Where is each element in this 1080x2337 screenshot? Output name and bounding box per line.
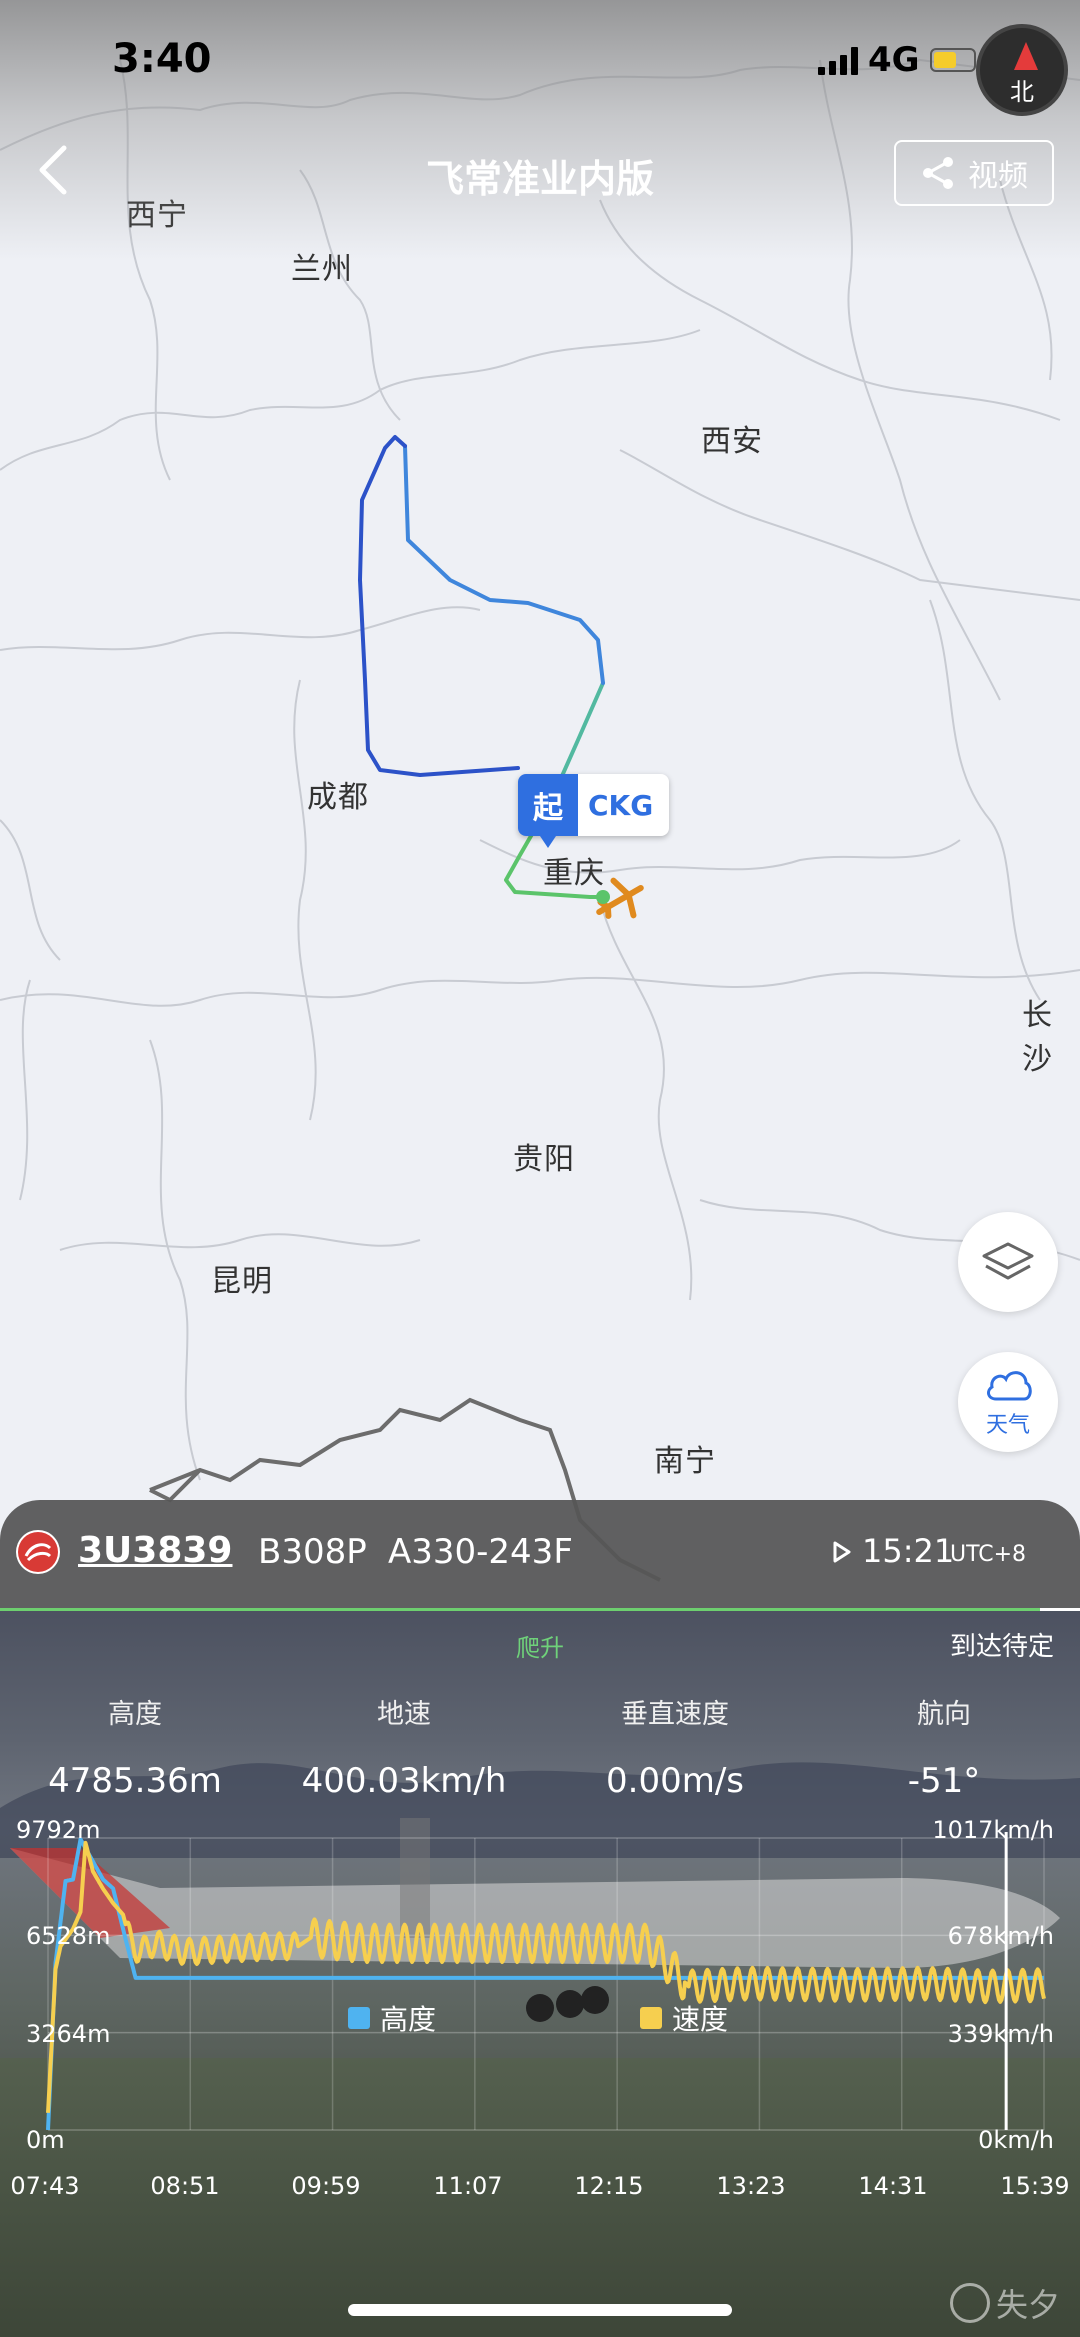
city-label-chengdu: 成都 xyxy=(307,780,369,815)
y-left-tick-0: 9792m xyxy=(16,1816,101,1844)
legend-swatch xyxy=(348,2007,370,2029)
legend-label: 速度 xyxy=(672,2003,729,2036)
flight-data-panel: 爬升 到达待定 高度 4785.36m 地速 400.03km/h 垂直速度 0… xyxy=(0,1608,1080,2337)
legend-swatch xyxy=(640,2007,662,2029)
legend-label: 高度 xyxy=(380,2003,437,2036)
altitude-speed-chart[interactable] xyxy=(0,1608,1080,2337)
city-label-guiyang: 贵阳 xyxy=(513,1142,575,1177)
layers-button[interactable] xyxy=(958,1212,1058,1312)
airline-logo xyxy=(16,1530,60,1574)
x-tick-3: 11:07 xyxy=(433,2172,503,2200)
x-tick-2: 09:59 xyxy=(291,2172,361,2200)
home-indicator[interactable] xyxy=(348,2304,732,2316)
status-time: 3:40 xyxy=(112,36,212,82)
compass-label: 北 xyxy=(1010,78,1034,106)
signal-icon xyxy=(818,45,858,75)
origin-tag: 起 xyxy=(518,774,578,848)
y-left-tick-3: 0m xyxy=(26,2126,65,2154)
legend-speed: 速度 xyxy=(640,1998,728,2038)
city-label-changsha: 长沙 xyxy=(1022,998,1053,1077)
compass-needle-icon xyxy=(1014,42,1038,70)
y-left-tick-2: 3264m xyxy=(26,2020,111,2048)
aircraft-type: A330-243F xyxy=(388,1532,573,1572)
weather-button[interactable]: 天气 xyxy=(958,1352,1058,1452)
x-tick-4: 12:15 xyxy=(574,2172,644,2200)
city-label-chongqing: 重庆 xyxy=(543,856,605,891)
watermark-text: 失夕 xyxy=(996,2286,1061,2324)
status-indicators: 4G xyxy=(818,40,976,80)
y-right-tick-3: 0km/h xyxy=(978,2126,1054,2154)
legend-altitude: 高度 xyxy=(348,1998,436,2038)
y-right-tick-0: 1017km/h xyxy=(932,1816,1054,1844)
city-label-xian: 西安 xyxy=(701,424,763,459)
chart-grid xyxy=(47,1837,1045,2131)
play-icon xyxy=(833,1541,851,1563)
altitude-series-line xyxy=(46,1837,1045,2131)
x-tick-1: 08:51 xyxy=(150,2172,220,2200)
x-tick-7: 15:39 xyxy=(1000,2172,1070,2200)
timezone: UTC+8 xyxy=(950,1542,1027,1567)
weather-label: 天气 xyxy=(985,1413,1030,1438)
share-video-button[interactable]: 视频 xyxy=(894,140,1054,206)
layers-icon xyxy=(982,1242,1034,1280)
network-type: 4G xyxy=(868,40,920,80)
city-label-kunming: 昆明 xyxy=(211,1264,273,1299)
share-icon xyxy=(923,157,953,189)
watermark-logo-icon xyxy=(950,2283,990,2323)
y-right-tick-2: 339km/h xyxy=(947,2020,1054,2048)
aircraft-registration: B308P xyxy=(258,1532,367,1572)
origin-airport-marker[interactable]: 起 CKG xyxy=(518,774,670,848)
compass-button[interactable]: 北 xyxy=(976,24,1068,116)
flight-info-bar[interactable]: 3U3839 B308P A330-243F 15:21 UTC+8 xyxy=(0,1500,1080,1608)
y-left-tick-1: 6528m xyxy=(26,1922,111,1950)
departure-time: 15:21 xyxy=(862,1532,955,1570)
cloud-icon xyxy=(987,1371,1032,1401)
city-label-nanning: 南宁 xyxy=(654,1444,716,1479)
x-tick-6: 14:31 xyxy=(858,2172,928,2200)
y-right-tick-1: 678km/h xyxy=(947,1922,1054,1950)
share-video-label: 视频 xyxy=(968,159,1028,194)
battery-icon xyxy=(929,48,976,72)
origin-airport-code: CKG xyxy=(588,788,654,822)
x-tick-0: 07:43 xyxy=(10,2172,80,2200)
watermark: 失夕 xyxy=(950,2280,1060,2326)
flight-number-link[interactable]: 3U3839 xyxy=(78,1530,232,1571)
x-tick-5: 13:23 xyxy=(716,2172,786,2200)
